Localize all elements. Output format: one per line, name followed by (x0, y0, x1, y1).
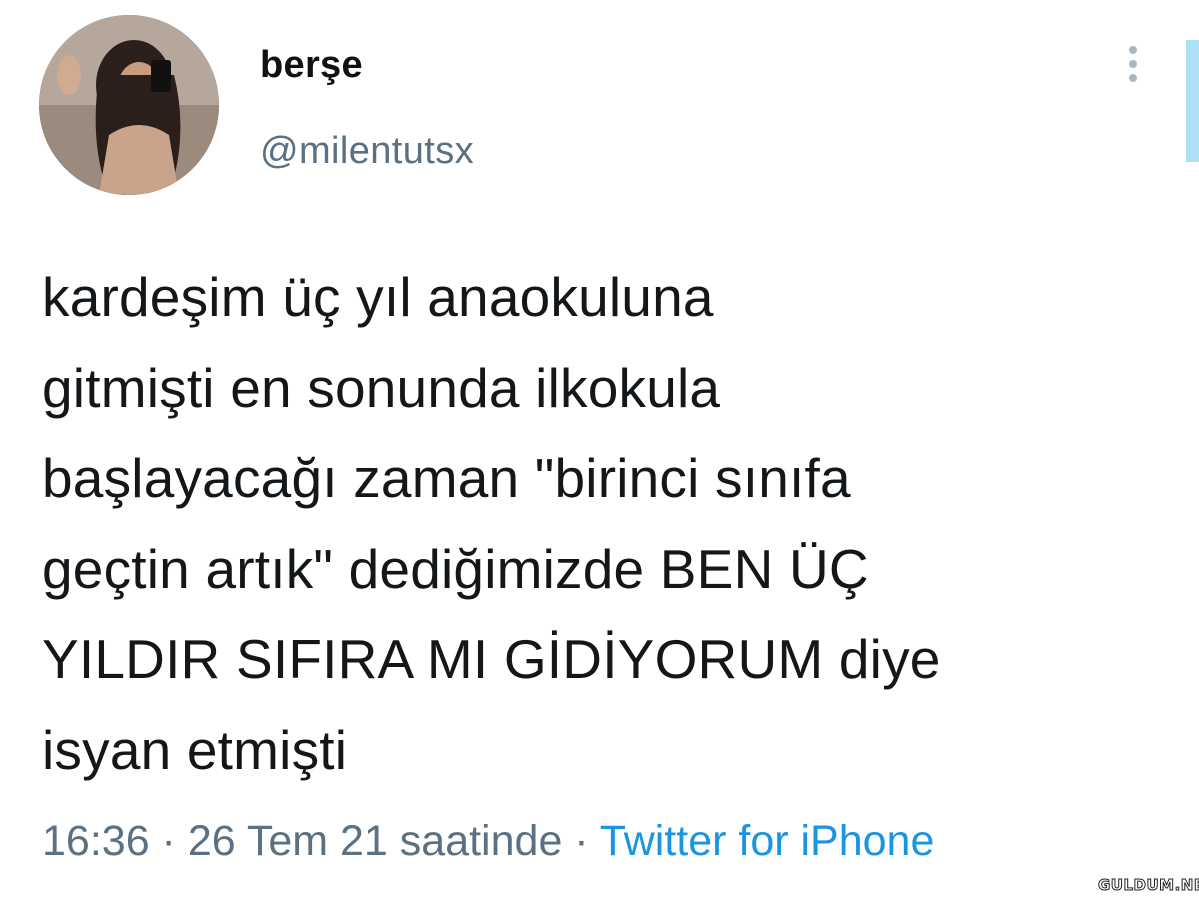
tweet-text: kardeşim üç yıl anaokuluna gitmişti en s… (42, 252, 1182, 795)
menu-dot (1129, 60, 1137, 68)
tweet-text-line: YILDIR SIFIRA MI GİDİYORUM diye (42, 628, 941, 690)
tweet-card: berşe @milentutsx kardeşim üç yıl anaoku… (0, 0, 1199, 900)
tweet-text-line: başlayacağı zaman "birinci sınıfa (42, 447, 851, 509)
tweet-text-line: gitmişti en sonunda ilkokula (42, 356, 721, 419)
menu-dot (1129, 74, 1137, 82)
tweet-text-line: geçtin artık" dediğimizde BEN ÜÇ (42, 537, 869, 600)
author-handle[interactable]: @milentutsx (260, 130, 474, 173)
meta-separator: · (562, 817, 600, 865)
tweet-date[interactable]: 26 Tem 21 saatinde (188, 817, 563, 865)
tweet-text-line: kardeşim üç yıl anaokuluna (42, 266, 714, 328)
avatar[interactable] (39, 15, 219, 195)
author-display-name[interactable]: berşe (260, 44, 363, 87)
menu-dot (1129, 46, 1137, 54)
more-options-icon[interactable] (1120, 40, 1146, 100)
scroll-indicator[interactable] (1186, 40, 1199, 162)
tweet-source-link[interactable]: Twitter for iPhone (600, 817, 935, 865)
meta-separator: · (149, 817, 188, 865)
profile-photo-icon (39, 15, 219, 195)
tweet-time[interactable]: 16:36 (42, 817, 150, 865)
site-watermark: GULDUM.NET (1097, 876, 1199, 895)
tweet-text-line: isyan etmişti (42, 718, 348, 781)
tweet-meta: 16:36 · 26 Tem 21 saatinde · Twitter for… (42, 817, 934, 866)
